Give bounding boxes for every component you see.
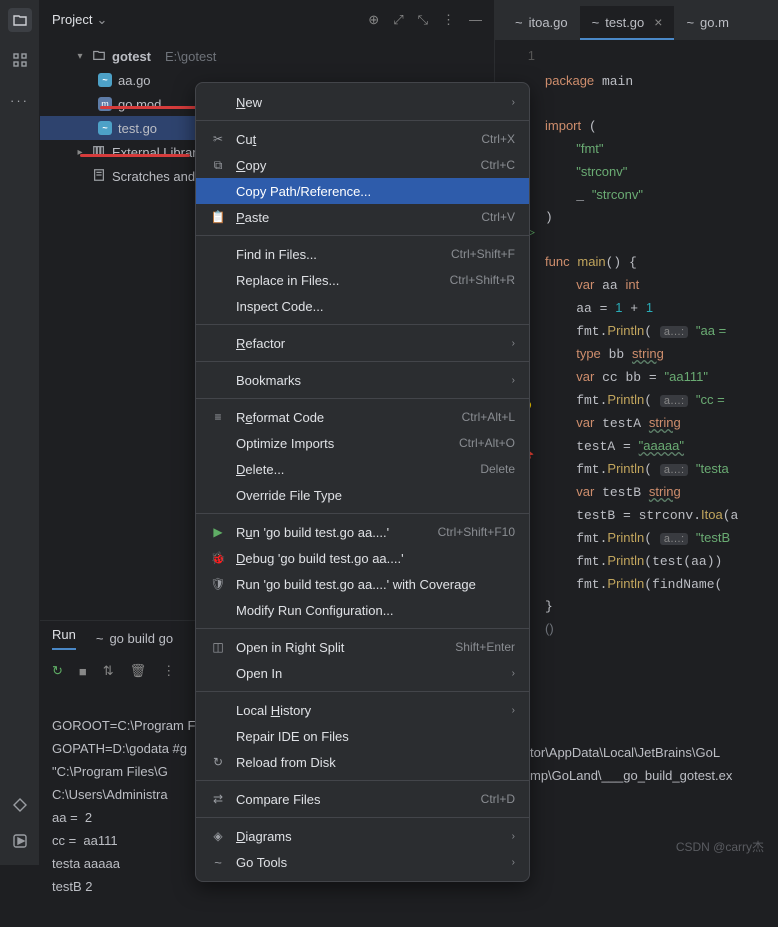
more-run-icon[interactable]: ⋮ bbox=[162, 663, 175, 679]
cut-icon: ✂ bbox=[210, 132, 226, 146]
services-icon[interactable] bbox=[8, 793, 32, 817]
run-icon: ▶ bbox=[210, 525, 226, 539]
menu-open-in[interactable]: Open In› bbox=[196, 660, 529, 686]
watermark: CSDN @carry杰 bbox=[676, 838, 764, 855]
menu-copy[interactable]: ⧉CopyCtrl+C bbox=[196, 152, 529, 178]
go-file-icon: ~ bbox=[98, 73, 112, 87]
menu-optimize-imports[interactable]: Optimize ImportsCtrl+Alt+O bbox=[196, 430, 529, 456]
editor-tabs: ~ itoa.go ~ test.go × ~ go.m bbox=[495, 0, 778, 40]
caret-down-icon[interactable]: ▾ bbox=[74, 51, 86, 62]
close-icon[interactable]: × bbox=[654, 14, 662, 30]
project-tool-icon[interactable] bbox=[8, 8, 32, 32]
run-tool-icon[interactable] bbox=[8, 829, 32, 853]
menu-reload[interactable]: ↻Reload from Disk bbox=[196, 749, 529, 775]
menu-find-in-files[interactable]: Find in Files...Ctrl+Shift+F bbox=[196, 241, 529, 267]
menu-inspect-code[interactable]: Inspect Code... bbox=[196, 293, 529, 319]
stop-icon[interactable]: ■ bbox=[79, 664, 87, 679]
library-icon bbox=[92, 144, 106, 161]
go-file-icon: ~ bbox=[98, 121, 112, 135]
menu-refactor[interactable]: Refactor› bbox=[196, 330, 529, 356]
menu-coverage[interactable]: 🛡Run 'go build test.go aa....' with Cove… bbox=[196, 571, 529, 597]
root-path: E:\gotest bbox=[165, 49, 216, 64]
diagram-icon: ◈ bbox=[210, 829, 226, 843]
run-tab[interactable]: Run bbox=[52, 627, 76, 650]
menu-modify-run[interactable]: Modify Run Configuration... bbox=[196, 597, 529, 623]
split-icon: ◫ bbox=[210, 640, 226, 654]
expand-icon[interactable]: ⤢ bbox=[393, 12, 403, 28]
editor-tab-gom[interactable]: ~ go.m bbox=[674, 6, 741, 40]
go-file-icon: ~ bbox=[515, 15, 523, 30]
menu-debug[interactable]: 🐞Debug 'go build test.go aa....' bbox=[196, 545, 529, 571]
menu-run[interactable]: ▶Run 'go build test.go aa....'Ctrl+Shift… bbox=[196, 519, 529, 545]
editor-tab-itoa[interactable]: ~ itoa.go bbox=[503, 6, 580, 40]
menu-diagrams[interactable]: ◈Diagrams› bbox=[196, 823, 529, 849]
paste-icon: 📋 bbox=[210, 210, 226, 224]
annotation-redline bbox=[100, 106, 200, 109]
menu-delete[interactable]: Delete...Delete bbox=[196, 456, 529, 482]
menu-replace-in-files[interactable]: Replace in Files...Ctrl+Shift+R bbox=[196, 267, 529, 293]
locate-icon[interactable]: ⊕ bbox=[368, 12, 379, 28]
context-menu: New› ✂CutCtrl+X ⧉CopyCtrl+C Copy Path/Re… bbox=[195, 82, 530, 882]
go-file-icon: ~ bbox=[592, 15, 600, 30]
annotation-redline bbox=[80, 154, 190, 157]
copy-icon: ⧉ bbox=[210, 158, 226, 173]
editor-tab-test[interactable]: ~ test.go × bbox=[580, 6, 675, 40]
menu-cut[interactable]: ✂CutCtrl+X bbox=[196, 126, 529, 152]
menu-paste[interactable]: 📋PasteCtrl+V bbox=[196, 204, 529, 230]
menu-repair-ide[interactable]: Repair IDE on Files bbox=[196, 723, 529, 749]
menu-override-type[interactable]: Override File Type bbox=[196, 482, 529, 508]
menu-open-split[interactable]: ◫Open in Right SplitShift+Enter bbox=[196, 634, 529, 660]
editor: ~ itoa.go ~ test.go × ~ go.m 1 ▷ 💡 🔖 bbox=[495, 0, 778, 865]
left-tool-bar: ··· bbox=[0, 0, 40, 865]
menu-bookmarks[interactable]: Bookmarks› bbox=[196, 367, 529, 393]
tree-root[interactable]: ▾ gotest E:\gotest bbox=[40, 44, 494, 68]
menu-compare[interactable]: ⇄Compare FilesCtrl+D bbox=[196, 786, 529, 812]
coverage-icon: 🛡 bbox=[210, 577, 226, 591]
structure-tool-icon[interactable] bbox=[8, 48, 32, 72]
compare-icon: ⇄ bbox=[210, 792, 226, 806]
trash-icon[interactable]: 🗑 bbox=[130, 663, 147, 679]
go-icon: ~ bbox=[210, 855, 226, 870]
menu-local-history[interactable]: Local History› bbox=[196, 697, 529, 723]
more-icon[interactable]: ⋮ bbox=[442, 12, 455, 28]
filter-icon[interactable]: ⇅ bbox=[103, 663, 114, 679]
go-file-icon: ~ bbox=[686, 15, 694, 30]
line-number: 1 bbox=[495, 48, 535, 70]
rerun-icon[interactable]: ↻ bbox=[52, 663, 63, 679]
project-title[interactable]: Project⌄ bbox=[52, 12, 107, 28]
menu-new[interactable]: New› bbox=[196, 89, 529, 115]
run-config-tab[interactable]: ~ go build go bbox=[96, 631, 173, 646]
collapse-icon[interactable]: ⤡ bbox=[418, 12, 428, 28]
menu-reformat[interactable]: ≡Reformat CodeCtrl+Alt+L bbox=[196, 404, 529, 430]
reformat-icon: ≡ bbox=[210, 410, 226, 424]
scratches-icon bbox=[92, 168, 106, 185]
more-tools-icon[interactable]: ··· bbox=[8, 88, 32, 112]
menu-go-tools[interactable]: ~Go Tools› bbox=[196, 849, 529, 875]
root-name: gotest bbox=[112, 49, 151, 64]
reload-icon: ↻ bbox=[210, 755, 226, 769]
minimize-icon[interactable]: — bbox=[469, 12, 482, 28]
go-file-icon: ~ bbox=[96, 631, 104, 646]
debug-icon: 🐞 bbox=[210, 551, 226, 565]
menu-copy-path[interactable]: Copy Path/Reference... bbox=[196, 178, 529, 204]
run-output-right: tor\AppData\Local\JetBrains\GoL mp\GoLan… bbox=[530, 742, 732, 788]
folder-icon bbox=[92, 48, 106, 65]
